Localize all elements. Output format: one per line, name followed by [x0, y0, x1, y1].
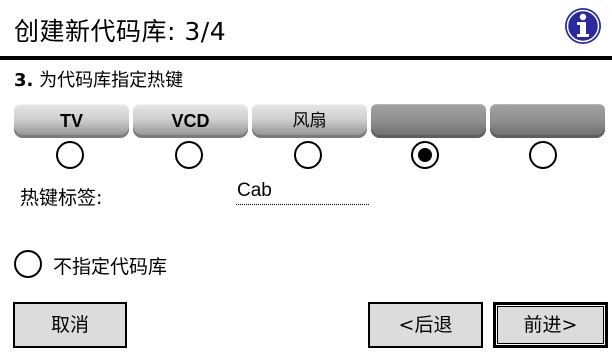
no-library-radio[interactable] — [14, 250, 42, 278]
hotkey-vcd[interactable]: VCD — [133, 104, 248, 138]
step-text: 为代码库指定热键 — [39, 70, 184, 91]
hotkey-radio-5[interactable] — [529, 141, 557, 169]
dialog-title: 创建新代码库: 3/4 — [14, 17, 227, 46]
hotkey-radio-4[interactable] — [411, 141, 439, 169]
radio-selected-dot — [418, 148, 432, 162]
hotkey-label-input[interactable] — [236, 178, 369, 205]
hotkey-fan[interactable]: 风扇 — [252, 104, 367, 138]
hotkey-empty-4[interactable] — [371, 104, 486, 138]
cancel-button[interactable]: 取消 — [13, 302, 127, 348]
hotkey-label-caption: 热键标签: — [20, 187, 103, 209]
hotkey-radio-2[interactable] — [175, 141, 203, 169]
hotkey-radio-3[interactable] — [294, 141, 322, 169]
hotkey-radio-1[interactable] — [56, 141, 84, 169]
hotkey-empty-5[interactable] — [490, 104, 605, 138]
info-icon[interactable] — [563, 6, 603, 46]
no-library-label: 不指定代码库 — [53, 256, 168, 278]
step-number: 3. — [14, 70, 34, 91]
step-heading: 3. 为代码库指定热键 — [14, 66, 183, 92]
hotkey-tv[interactable]: TV — [14, 104, 129, 138]
hotkey-row: TV VCD 风扇 — [14, 104, 610, 138]
back-button[interactable]: <后退 — [368, 302, 483, 348]
create-library-dialog: 创建新代码库: 3/4 3. 为代码库指定热键 TV VCD 风扇 热键标签: … — [0, 0, 612, 358]
title-divider — [0, 56, 612, 60]
next-button[interactable]: 前进> — [493, 302, 608, 348]
